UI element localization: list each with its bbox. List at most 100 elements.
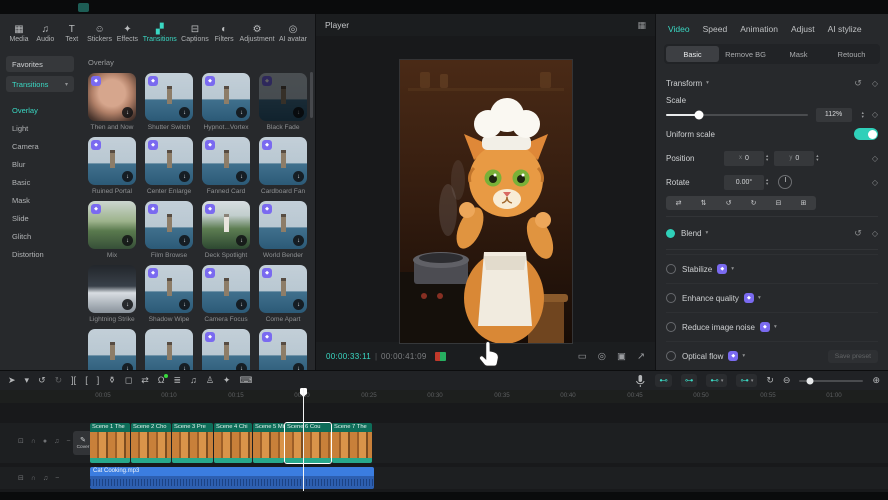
chevron-down-icon[interactable]: ▾	[742, 353, 745, 359]
transition-thumbnail[interactable]: ◆ ↓	[259, 137, 307, 185]
scene-clip[interactable]: Scene 6 Cou	[285, 423, 331, 463]
position-y-field[interactable]: y 0	[774, 151, 814, 166]
flip-vertical-icon[interactable]: ⇅	[701, 199, 707, 207]
download-icon[interactable]: ↓	[236, 299, 247, 310]
fullscreen-icon[interactable]: ↗	[637, 351, 645, 362]
transition-thumbnail[interactable]: ◆ ↓	[259, 265, 307, 313]
download-icon[interactable]: ↓	[179, 235, 190, 246]
ratio-icon[interactable]: ▭	[578, 351, 587, 362]
download-icon[interactable]: ↓	[293, 171, 304, 182]
reset-icon[interactable]: ↺	[854, 78, 862, 89]
blend-checkbox[interactable]	[666, 229, 675, 238]
ai-avatar-tool[interactable]: ◎ AI avatar	[279, 24, 307, 43]
quality-icon[interactable]: ▣	[617, 351, 626, 362]
category-mask[interactable]: Mask	[0, 191, 80, 209]
split-icon[interactable]: ][	[71, 376, 76, 385]
sidebar-favorites[interactable]: Favorites	[6, 56, 74, 72]
zoom-slider-thumb[interactable]	[806, 377, 813, 384]
category-distortion[interactable]: Distortion	[0, 245, 80, 263]
download-icon[interactable]: ↓	[179, 299, 190, 310]
tab-speed[interactable]: Speed	[703, 24, 728, 34]
transition-item[interactable]: ◆ ↓ Hypnot...Vortex	[202, 73, 250, 133]
transition-item[interactable]: ↓ Lightning Strike	[88, 265, 136, 325]
transition-thumbnail[interactable]: ◆ ↓	[202, 137, 250, 185]
rotate-right-icon[interactable]: ↻	[751, 199, 757, 207]
stickers-tool[interactable]: ☺ Stickers	[87, 24, 112, 43]
collapse-track-icon[interactable]: −	[66, 438, 70, 445]
download-icon[interactable]: ↓	[293, 299, 304, 310]
playhead[interactable]	[299, 388, 308, 491]
link-clips-icon[interactable]: ⊷	[655, 374, 672, 387]
track-type-icon[interactable]: ⊟	[18, 474, 24, 482]
transition-thumbnail[interactable]: ◆ ↓	[88, 137, 136, 185]
feature-checkbox[interactable]	[666, 322, 676, 332]
transition-thumbnail[interactable]: ◆ ↓	[259, 201, 307, 249]
category-overlay[interactable]: Overlay	[0, 101, 80, 119]
download-icon[interactable]: ↓	[236, 107, 247, 118]
library-scrollbar[interactable]	[310, 72, 313, 118]
transition-thumbnail[interactable]: ◆ ↓	[259, 73, 307, 121]
scene-clip[interactable]: Scene 1 The	[90, 423, 130, 463]
scene-clip[interactable]: Scene 4 Chi	[214, 423, 252, 463]
delete-icon[interactable]: ⚱	[108, 376, 116, 385]
fill-icon[interactable]: ⊞	[801, 199, 807, 207]
download-icon[interactable]: ↓	[122, 171, 133, 182]
uniform-scale-toggle[interactable]	[854, 128, 878, 140]
transitions-tool[interactable]: ▞ Transitions	[143, 24, 177, 43]
trim-right-icon[interactable]: ]	[97, 376, 100, 385]
download-icon[interactable]: ↓	[122, 363, 133, 370]
download-icon[interactable]: ↓	[293, 235, 304, 246]
scene-clip[interactable]: Scene 7 The	[332, 423, 372, 463]
transition-item[interactable]: ◆ ↓ Fanned Card	[202, 137, 250, 197]
download-icon[interactable]: ↓	[122, 299, 133, 310]
fit-icon[interactable]: ⊟	[776, 199, 782, 207]
device-preview-icon[interactable]: ↻	[766, 376, 774, 385]
save-preset-button[interactable]: Save preset	[828, 350, 878, 363]
select-dropdown-icon[interactable]: ▾	[25, 376, 30, 385]
position-x-field[interactable]: x 0	[724, 151, 764, 166]
transition-thumbnail[interactable]: ◆ ↓	[145, 73, 193, 121]
rotate-dial[interactable]	[778, 175, 792, 189]
mute-track-icon[interactable]: ♫	[43, 475, 48, 482]
subtab-basic[interactable]: Basic	[666, 46, 719, 62]
transition-thumbnail[interactable]: ◆ ↓	[88, 73, 136, 121]
transition-item[interactable]: ◆ ↓ Shadow Wipe	[145, 265, 193, 325]
zoom-in-icon[interactable]: ⊕	[872, 376, 880, 385]
trim-left-icon[interactable]: [	[85, 376, 88, 385]
microphone-icon[interactable]	[634, 374, 646, 388]
audio-tool[interactable]: ♫ Audio	[34, 24, 56, 43]
chevron-down-icon[interactable]: ▾	[705, 230, 708, 236]
category-glitch[interactable]: Glitch	[0, 227, 80, 245]
hide-track-icon[interactable]: ●	[43, 438, 47, 445]
timeline-zoom-slider[interactable]	[799, 380, 863, 382]
media-tool[interactable]: ▦ Media	[8, 24, 30, 43]
feature-checkbox[interactable]	[666, 293, 676, 303]
transition-item[interactable]: ◆ ↓ Cardboard Fan	[259, 137, 307, 197]
transition-thumbnail[interactable]: ↓	[88, 329, 136, 370]
category-slide[interactable]: Slide	[0, 209, 80, 227]
transition-item[interactable]: ◆ ↓ Film Browse	[145, 201, 193, 261]
freeze-icon[interactable]: ◻	[125, 376, 132, 385]
transition-thumbnail[interactable]: ◆ ↓	[145, 265, 193, 313]
out-marker-icon[interactable]: ⊶ ▾	[736, 374, 757, 387]
scene-clip[interactable]: Scene 2 Cho	[131, 423, 171, 463]
transition-icon[interactable]: ⇄	[141, 376, 149, 385]
transition-item[interactable]: ◆ ↓ Come Apart	[259, 265, 307, 325]
transition-item[interactable]: ◆ ↓ Mix	[88, 201, 136, 261]
category-light[interactable]: Light	[0, 119, 80, 137]
collapse-track-icon[interactable]: −	[55, 475, 59, 482]
transition-item[interactable]: ↓	[145, 329, 193, 370]
transition-item[interactable]: ◆ ↓ Then and Now	[88, 73, 136, 133]
chevron-down-icon[interactable]: ▾	[706, 80, 709, 86]
mixer-icon[interactable]: ≣	[174, 376, 182, 385]
transition-item[interactable]: ◆ ↓ Ruined Portal	[88, 137, 136, 197]
wand-icon[interactable]: ✦	[223, 376, 231, 385]
figure-icon[interactable]: ♙	[206, 376, 214, 385]
scale-stepper[interactable]: ▴▾	[862, 111, 864, 119]
keyframe-icon[interactable]: ◇	[872, 154, 878, 163]
timeline-ruler[interactable]: 00:0500:1000:1500:2000:2500:3000:3500:40…	[0, 390, 888, 403]
snapshot-icon[interactable]: ◎	[598, 351, 606, 362]
download-icon[interactable]: ↓	[293, 363, 304, 370]
download-icon[interactable]: ↓	[179, 171, 190, 182]
transition-thumbnail[interactable]: ◆ ↓	[259, 329, 307, 370]
